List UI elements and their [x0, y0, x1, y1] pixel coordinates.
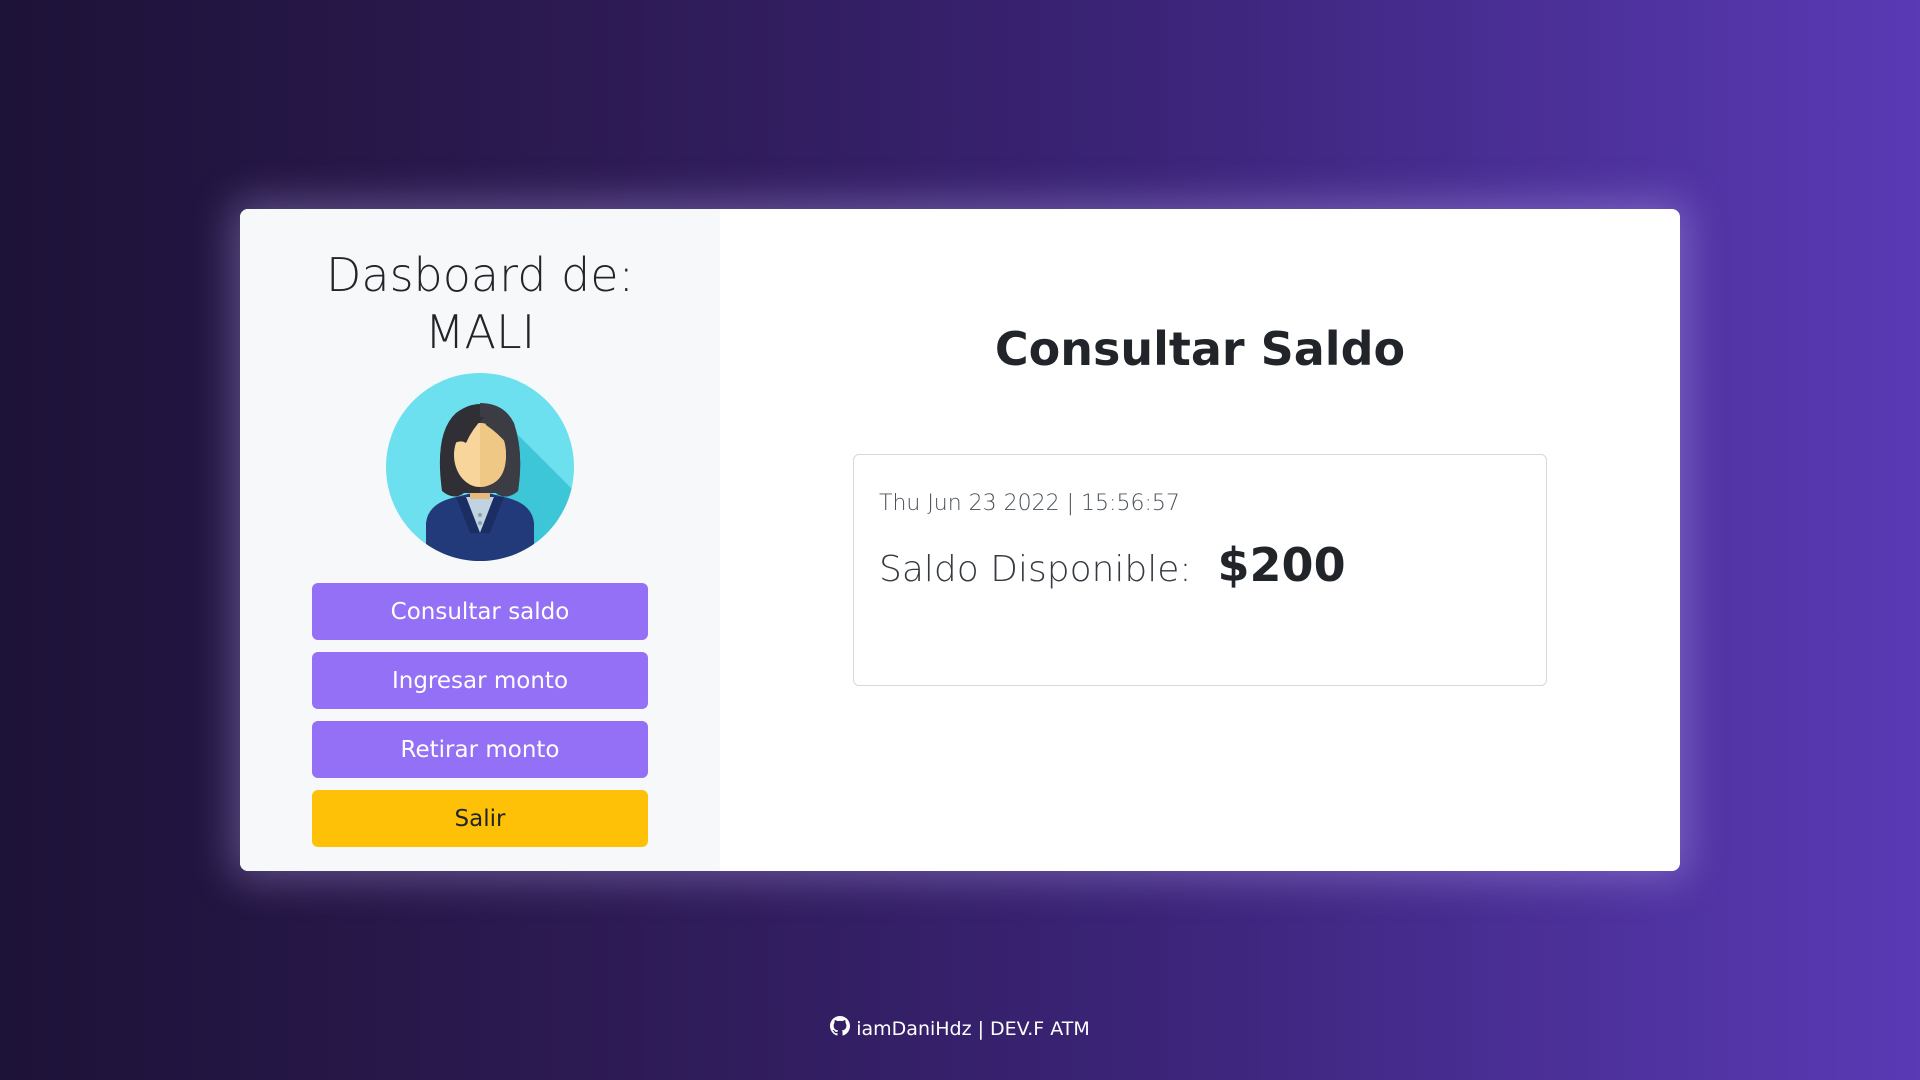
github-username-link[interactable]: iamDaniHdz — [856, 1018, 971, 1040]
project-name: DEV.F ATM — [990, 1017, 1090, 1040]
footer: iamDaniHdz | DEV.F ATM — [0, 1016, 1920, 1041]
dashboard-title-label: Dasboard de: — [325, 248, 635, 302]
withdraw-amount-button[interactable]: Retirar monto — [312, 721, 648, 778]
balance-label: Saldo Disponible: — [879, 549, 1192, 590]
deposit-amount-button[interactable]: Ingresar monto — [312, 652, 648, 709]
woman-avatar-icon — [386, 373, 574, 561]
user-name: MALI — [424, 305, 536, 359]
check-balance-button[interactable]: Consultar saldo — [312, 583, 648, 640]
footer-separator: | — [977, 1017, 985, 1040]
menu-buttons: Consultar saldo Ingresar monto Retirar m… — [312, 583, 648, 847]
dashboard-title: Dasboard de: MALI — [326, 247, 634, 361]
dashboard-card: Dasboard de: MALI Consultar saldo Ingres… — [240, 209, 1680, 871]
balance-panel: Thu Jun 23 2022 | 15:56:57 Saldo Disponi… — [853, 454, 1547, 686]
page-title: Consultar Saldo — [994, 322, 1406, 376]
sidebar: Dasboard de: MALI Consultar saldo Ingres… — [240, 209, 720, 871]
balance-row: Saldo Disponible: $200 — [879, 538, 1521, 592]
timestamp: Thu Jun 23 2022 | 15:56:57 — [879, 491, 1180, 516]
exit-button[interactable]: Salir — [312, 790, 648, 847]
balance-value: $200 — [1217, 538, 1346, 592]
main-content: Consultar Saldo Thu Jun 23 2022 | 15:56:… — [720, 209, 1680, 871]
github-icon[interactable] — [830, 1016, 851, 1041]
